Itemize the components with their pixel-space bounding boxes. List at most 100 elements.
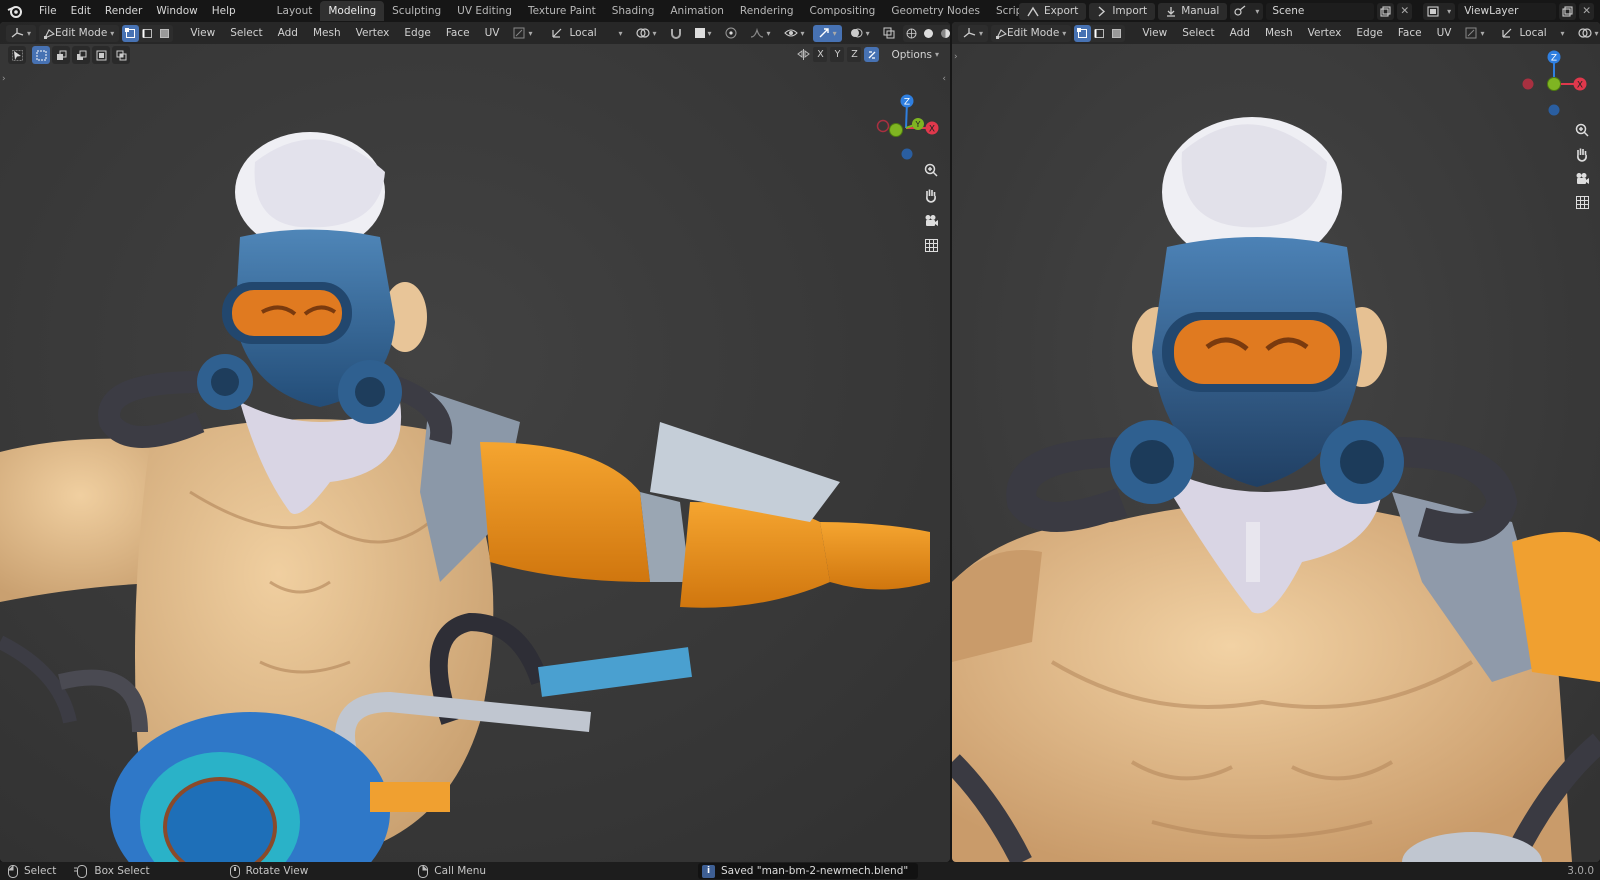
mirror-x-toggle[interactable]: X [813, 47, 828, 62]
menu-edge[interactable]: Edge [398, 25, 436, 42]
tab-texture-paint[interactable]: Texture Paint [520, 1, 604, 21]
left-3d-viewport[interactable]: ▾ Edit Mode ▾ View Select Add Mesh Verte… [0, 22, 950, 862]
menu-render[interactable]: Render [98, 0, 149, 22]
tab-sculpting[interactable]: Sculpting [384, 1, 449, 21]
edge-select-icon[interactable] [139, 25, 156, 42]
wireframe-shading-icon[interactable] [903, 25, 920, 42]
material-shading-icon[interactable] [937, 25, 950, 42]
grid-view-icon[interactable] [920, 234, 942, 256]
tab-compositing[interactable]: Compositing [802, 1, 884, 21]
character-render-right[interactable] [952, 22, 1600, 862]
editor-type-selector[interactable]: ▾ [958, 24, 989, 42]
manual-button[interactable]: Manual [1158, 2, 1228, 20]
transform-orientation-selector[interactable]: Local ▾ [1496, 25, 1569, 42]
blender-logo-icon[interactable] [0, 0, 30, 22]
editor-type-selector[interactable]: ▾ [6, 24, 37, 42]
menu-add[interactable]: Add [1224, 25, 1256, 42]
navigation-gizmo[interactable]: Z X [1518, 50, 1588, 120]
menu-face[interactable]: Face [1392, 25, 1428, 42]
vertex-select-icon[interactable] [122, 24, 140, 42]
transform-orientation-selector[interactable]: Local ▾ [546, 25, 627, 42]
menu-select[interactable]: Select [224, 25, 268, 42]
gizmo-neg-y-axis[interactable] [889, 123, 903, 137]
menu-vertex[interactable]: Vertex [1302, 25, 1348, 42]
proportional-edit-toggle[interactable] [720, 25, 742, 42]
pivot-point-selector[interactable]: ▾ [1573, 25, 1600, 42]
subtract-selection-icon[interactable] [72, 46, 90, 64]
edge-select-icon[interactable] [1091, 25, 1108, 42]
invert-selection-icon[interactable] [92, 46, 110, 64]
gizmo-neg-x-axis[interactable] [1522, 78, 1534, 90]
zoom-icon[interactable] [920, 159, 942, 181]
toolbar-expand-icon[interactable]: › [954, 52, 958, 62]
grid-view-icon[interactable] [1571, 191, 1593, 213]
menu-mesh[interactable]: Mesh [307, 25, 347, 42]
view-layer-field[interactable]: ViewLayer [1458, 2, 1557, 20]
right-3d-viewport[interactable]: ▾ Edit Mode ▾ View Select Add Mesh Verte… [952, 22, 1600, 862]
scene-selector[interactable]: ▾ [1230, 2, 1264, 20]
uv-sync-button[interactable]: ▾ [1460, 25, 1489, 42]
hand-pan-icon[interactable] [920, 184, 942, 206]
face-select-icon[interactable] [156, 25, 173, 42]
snap-toggle[interactable] [665, 25, 687, 42]
select-tool-icon[interactable] [8, 46, 26, 64]
solid-shading-icon[interactable] [920, 25, 937, 42]
intersect-selection-icon[interactable] [112, 46, 130, 64]
auto-merge-icon[interactable] [864, 47, 880, 62]
tab-uv-editing[interactable]: UV Editing [449, 1, 520, 21]
menu-file[interactable]: File [32, 0, 64, 22]
menu-select[interactable]: Select [1176, 25, 1220, 42]
delete-scene-button[interactable]: ✕ [1397, 2, 1413, 20]
save-notification[interactable]: i Saved "man-bm-2-newmech.blend" [698, 863, 919, 879]
falloff-selector[interactable]: ▾ [745, 25, 776, 42]
visibility-selector[interactable]: ▾ [779, 25, 810, 42]
menu-vertex[interactable]: Vertex [350, 25, 396, 42]
options-dropdown[interactable]: Options ▾ [886, 46, 944, 63]
menu-uv[interactable]: UV [1431, 25, 1458, 42]
tab-animation[interactable]: Animation [662, 1, 732, 21]
gizmo-neg-z-axis[interactable] [1548, 104, 1560, 116]
hand-pan-icon[interactable] [1571, 143, 1593, 165]
menu-uv[interactable]: UV [479, 25, 506, 42]
zoom-icon[interactable] [1571, 119, 1593, 141]
menu-face[interactable]: Face [440, 25, 476, 42]
gizmo-y-axis[interactable] [1547, 77, 1561, 91]
snap-target-selector[interactable]: ▾ [690, 25, 717, 42]
delete-view-layer-button[interactable]: ✕ [1579, 2, 1594, 20]
toolbar-expand-icon[interactable]: › [2, 74, 6, 84]
new-scene-button[interactable] [1377, 2, 1395, 20]
tab-shading[interactable]: Shading [604, 1, 663, 21]
view-layer-selector[interactable]: ▾ [1423, 2, 1456, 20]
menu-add[interactable]: Add [272, 25, 304, 42]
gizmo-neg-x-axis[interactable] [876, 119, 890, 133]
menu-help[interactable]: Help [205, 0, 243, 22]
tab-modeling[interactable]: Modeling [320, 1, 385, 21]
menu-edit[interactable]: Edit [64, 0, 98, 22]
xray-toggle[interactable] [878, 25, 900, 42]
scene-name-field[interactable]: Scene [1266, 2, 1375, 20]
menu-view[interactable]: View [1136, 25, 1173, 42]
camera-icon[interactable] [1571, 167, 1593, 189]
overlay-toggle[interactable]: ▾ [845, 25, 875, 42]
tab-layout[interactable]: Layout [269, 1, 321, 21]
vertex-select-icon[interactable] [1074, 24, 1092, 42]
tab-geometry-nodes[interactable]: Geometry Nodes [883, 1, 988, 21]
pivot-point-selector[interactable]: ▾ [631, 25, 662, 42]
menu-view[interactable]: View [184, 25, 221, 42]
gizmo-toggle[interactable]: ▾ [812, 24, 842, 42]
mode-selector[interactable]: Edit Mode ▾ [39, 24, 120, 42]
menu-edge[interactable]: Edge [1350, 25, 1388, 42]
mode-selector[interactable]: Edit Mode ▾ [991, 24, 1072, 42]
mirror-y-toggle[interactable]: Y [830, 47, 845, 62]
import-button[interactable]: Import [1089, 2, 1156, 20]
mirror-z-toggle[interactable]: Z [847, 47, 862, 62]
face-select-icon[interactable] [1108, 25, 1125, 42]
uv-sync-button[interactable]: ▾ [508, 25, 537, 42]
gizmo-neg-z-axis[interactable] [901, 148, 913, 160]
character-render-left[interactable] [0, 22, 950, 862]
export-button[interactable]: Export [1018, 2, 1087, 20]
menu-window[interactable]: Window [149, 0, 204, 22]
tab-rendering[interactable]: Rendering [732, 1, 802, 21]
menu-mesh[interactable]: Mesh [1259, 25, 1299, 42]
mirror-icon[interactable] [797, 48, 811, 61]
